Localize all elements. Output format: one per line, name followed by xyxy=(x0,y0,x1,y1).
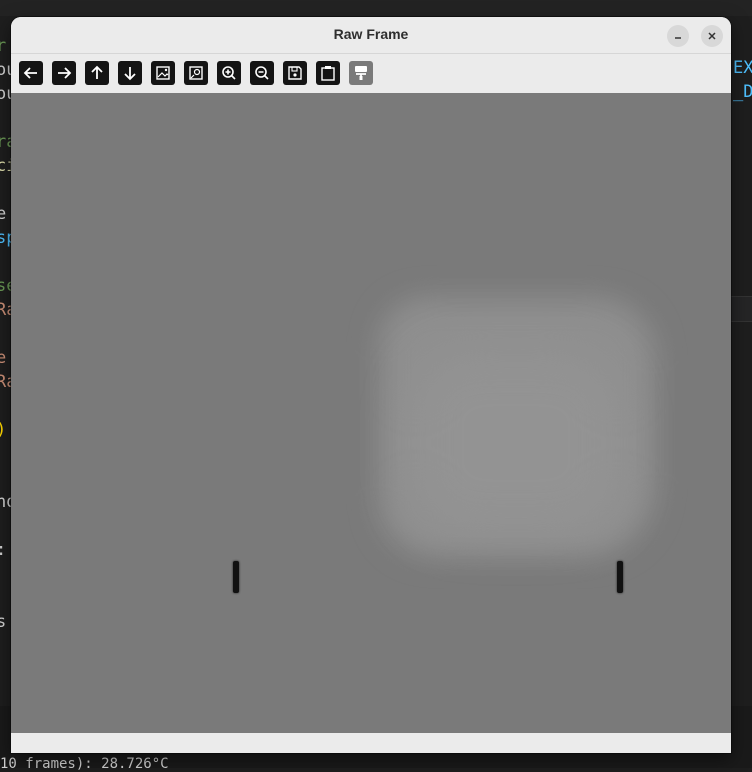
save-icon xyxy=(288,66,302,80)
minimize-icon xyxy=(675,37,681,39)
close-button[interactable] xyxy=(701,25,723,47)
pan-down-button[interactable] xyxy=(118,61,142,85)
back-icon xyxy=(23,67,37,79)
copy-to-clipboard-button[interactable] xyxy=(316,61,340,85)
window-title: Raw Frame xyxy=(333,26,409,42)
status-bar xyxy=(11,733,731,753)
image-button[interactable] xyxy=(151,61,175,85)
save-button[interactable] xyxy=(283,61,307,85)
zoom-to-fit-button[interactable] xyxy=(184,61,208,85)
marker-right xyxy=(617,561,623,593)
forward-icon xyxy=(58,67,72,79)
clipboard-icon xyxy=(321,66,335,81)
marker-left xyxy=(233,561,239,593)
zoom-to-fit-icon xyxy=(189,66,203,80)
thermal-image-canvas[interactable] xyxy=(11,93,731,733)
editor-pane-divider xyxy=(731,296,752,322)
editor-right-line: _D xyxy=(733,82,752,102)
properties-button[interactable] xyxy=(349,61,373,85)
close-icon xyxy=(708,32,716,40)
editor-code-right: EX _D xyxy=(733,56,752,104)
pan-down-icon xyxy=(124,67,136,81)
paint-roller-icon xyxy=(355,66,367,80)
minimize-button[interactable] xyxy=(667,25,689,47)
warm-region-core xyxy=(411,353,621,533)
terminal-output-line: 10 frames): 28.726°C xyxy=(0,756,169,772)
forward-button[interactable] xyxy=(52,61,76,85)
zoom-in-icon xyxy=(222,66,236,80)
raw-frame-window: Raw Frame xyxy=(11,17,731,753)
pan-up-button[interactable] xyxy=(85,61,109,85)
matplotlib-toolbar xyxy=(11,54,731,92)
editor-right-line: EX xyxy=(733,58,752,78)
pan-up-icon xyxy=(91,65,103,79)
editor-right-pane xyxy=(731,16,752,716)
editor-tab-strip xyxy=(0,0,752,16)
image-icon xyxy=(156,66,170,80)
zoom-out-button[interactable] xyxy=(250,61,274,85)
zoom-out-icon xyxy=(255,66,269,80)
zoom-in-button[interactable] xyxy=(217,61,241,85)
title-bar[interactable]: Raw Frame xyxy=(11,17,731,54)
back-button[interactable] xyxy=(19,61,43,85)
